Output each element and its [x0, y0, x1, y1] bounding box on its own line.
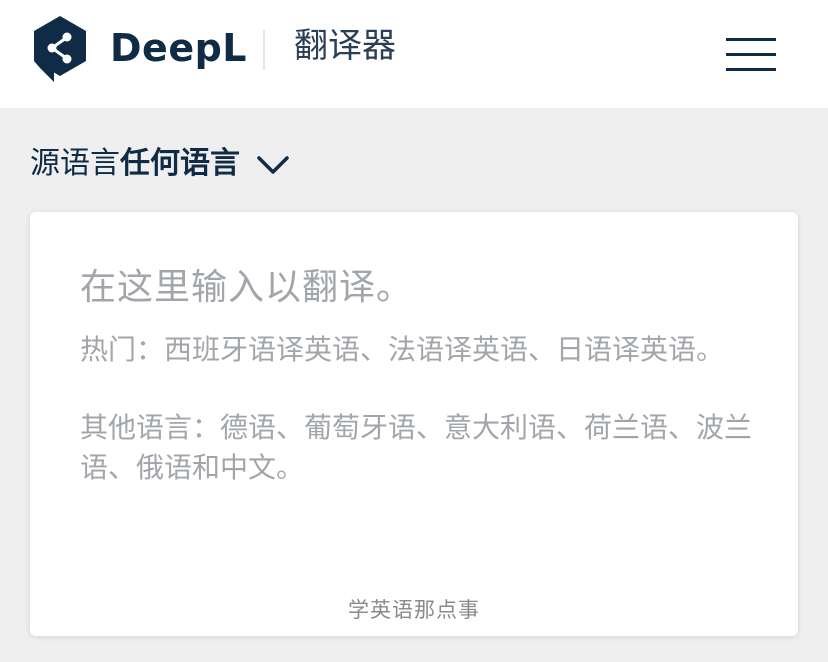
input-placeholder: 在这里输入以翻译。 — [80, 267, 414, 308]
app-header: DeepL 翻译器 — [0, 0, 828, 108]
chevron-down-icon — [257, 156, 289, 174]
product-title: 翻译器 — [294, 26, 396, 66]
header-divider — [263, 30, 265, 70]
deepl-logo-icon[interactable] — [30, 14, 90, 84]
popular-languages-hint: 热门：西班牙语译英语、法语译英语、日语译英语。 — [80, 333, 725, 366]
brand-name[interactable]: DeepL — [110, 24, 247, 72]
menu-button[interactable] — [722, 34, 780, 76]
source-language-label: 源语言 — [30, 146, 120, 181]
source-language-selector[interactable]: 源语言 任何语言 — [30, 142, 290, 186]
other-languages-hint: 其他语言：德语、葡萄牙语、意大利语、荷兰语、波兰语、俄语和中文。 — [80, 411, 753, 484]
watermark: 学英语那点事 — [348, 598, 480, 622]
source-text-input[interactable]: 在这里输入以翻译。 热门：西班牙语译英语、法语译英语、日语译英语。 其他语言：德… — [30, 212, 798, 636]
source-language-value: 任何语言 — [120, 146, 240, 181]
